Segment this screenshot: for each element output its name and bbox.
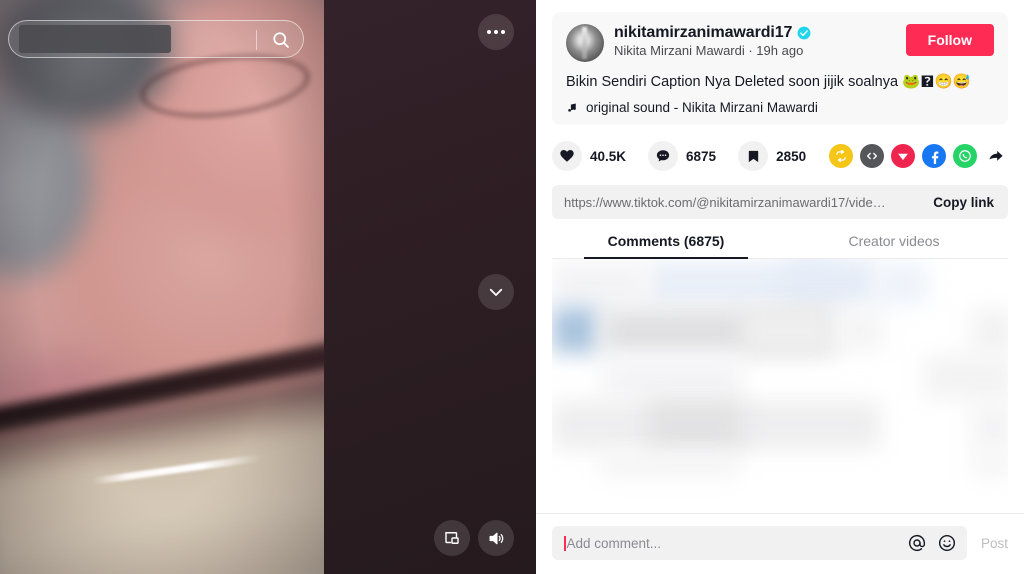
comment-input[interactable]: Add comment... bbox=[552, 526, 967, 560]
comment-blur-block bbox=[600, 453, 740, 477]
comment-blur-block bbox=[836, 309, 882, 351]
username-line: nikitamirzanimawardi17 bbox=[614, 24, 896, 42]
tab-comments[interactable]: Comments (6875) bbox=[552, 233, 780, 259]
author-subline: Nikita Mirzani Mawardi · 19h ago bbox=[614, 43, 804, 58]
comment-placeholder: Add comment... bbox=[566, 535, 662, 551]
video-vignette bbox=[0, 0, 324, 574]
follow-button[interactable]: Follow bbox=[905, 24, 994, 56]
repost-icon[interactable] bbox=[829, 144, 853, 168]
next-video-button[interactable] bbox=[478, 274, 514, 310]
comment-bubble bbox=[648, 141, 679, 171]
verified-badge-icon bbox=[797, 26, 811, 40]
video-url-text[interactable]: https://www.tiktok.com/@nikitamirzanimaw… bbox=[552, 195, 927, 210]
copy-link-row[interactable]: https://www.tiktok.com/@nikitamirzanimaw… bbox=[552, 185, 1008, 219]
comment-bubble-icon bbox=[656, 150, 670, 162]
volume-on-icon bbox=[489, 532, 503, 544]
username[interactable]: nikitamirzanimawardi17 bbox=[614, 24, 792, 42]
panel-tabs: Comments (6875) Creator videos bbox=[552, 233, 1008, 259]
comment-blur-block bbox=[972, 451, 1008, 477]
like-count: 40.5K bbox=[590, 148, 627, 164]
bookmark-bubble bbox=[738, 141, 769, 171]
search-input-redaction[interactable] bbox=[19, 25, 171, 53]
comment-count: 6875 bbox=[686, 148, 717, 164]
comment-composer: Add comment... Post bbox=[536, 513, 1024, 574]
sound-label: original sound - Nikita Mirzani Mawardi bbox=[586, 100, 818, 115]
bookmark-count: 2850 bbox=[776, 148, 807, 164]
search-bar[interactable] bbox=[8, 20, 304, 58]
comment-blur-avatar bbox=[552, 307, 598, 353]
like-button[interactable]: 40.5K bbox=[552, 141, 626, 171]
avatar[interactable] bbox=[566, 24, 604, 62]
more-options-icon bbox=[487, 30, 505, 34]
comment-blur-block bbox=[972, 309, 1008, 353]
comment-blur-block bbox=[552, 263, 648, 303]
volume-button[interactable] bbox=[478, 520, 514, 556]
comment-blur-block bbox=[972, 403, 1008, 449]
chevron-down-icon bbox=[489, 288, 503, 296]
search-icon[interactable] bbox=[271, 30, 291, 50]
like-bubble bbox=[552, 141, 582, 171]
embed-code-icon[interactable] bbox=[860, 144, 884, 168]
comment-blur-block bbox=[602, 357, 742, 399]
comments-list[interactable] bbox=[552, 259, 1008, 513]
more-options-button[interactable] bbox=[478, 14, 514, 50]
tiktok-video-page: nikitamirzanimawardi17 Nikita Mirzani Ma… bbox=[0, 0, 1024, 574]
comment-blur-block bbox=[742, 309, 834, 353]
bookmark-button[interactable]: 2850 bbox=[738, 141, 806, 171]
share-icons-row bbox=[829, 144, 1008, 168]
telegram-icon[interactable] bbox=[891, 144, 915, 168]
video-info-panel: nikitamirzanimawardi17 Nikita Mirzani Ma… bbox=[536, 0, 1024, 574]
share-arrow-icon[interactable] bbox=[984, 144, 1008, 168]
tab-creator-videos[interactable]: Creator videos bbox=[780, 233, 1008, 258]
comment-button[interactable]: 6875 bbox=[648, 141, 716, 171]
bookmark-icon bbox=[748, 150, 758, 162]
comment-blur-block bbox=[874, 263, 928, 305]
music-note-icon bbox=[568, 103, 576, 112]
video-stage[interactable] bbox=[0, 0, 536, 574]
post-comment-button[interactable]: Post bbox=[981, 536, 1008, 551]
picture-in-picture-icon bbox=[445, 532, 459, 544]
search-divider bbox=[256, 30, 257, 50]
heart-icon bbox=[560, 150, 574, 162]
author-text: nikitamirzanimawardi17 Nikita Mirzani Ma… bbox=[614, 24, 896, 58]
facebook-icon[interactable] bbox=[922, 144, 946, 168]
emoji-smile-icon[interactable] bbox=[937, 533, 957, 553]
sound-row[interactable]: original sound - Nikita Mirzani Mawardi bbox=[566, 100, 994, 115]
engagement-row: 40.5K 6875 2850 bbox=[552, 141, 1008, 171]
copy-link-button[interactable]: Copy link bbox=[927, 195, 1008, 210]
post-caption: Bikin Sendiri Caption Nya Deleted soon j… bbox=[566, 74, 971, 90]
author-row: nikitamirzanimawardi17 Nikita Mirzani Ma… bbox=[566, 24, 994, 62]
comment-blur-block bbox=[924, 355, 1008, 399]
at-mention-icon[interactable] bbox=[907, 533, 927, 553]
picture-in-picture-button[interactable] bbox=[434, 520, 470, 556]
comment-blur-block bbox=[648, 401, 742, 449]
text-caret bbox=[564, 535, 566, 551]
whatsapp-icon[interactable] bbox=[953, 144, 977, 168]
post-info-card: nikitamirzanimawardi17 Nikita Mirzani Ma… bbox=[552, 12, 1008, 125]
comment-blur-block bbox=[784, 259, 876, 305]
video-player[interactable] bbox=[0, 0, 324, 574]
